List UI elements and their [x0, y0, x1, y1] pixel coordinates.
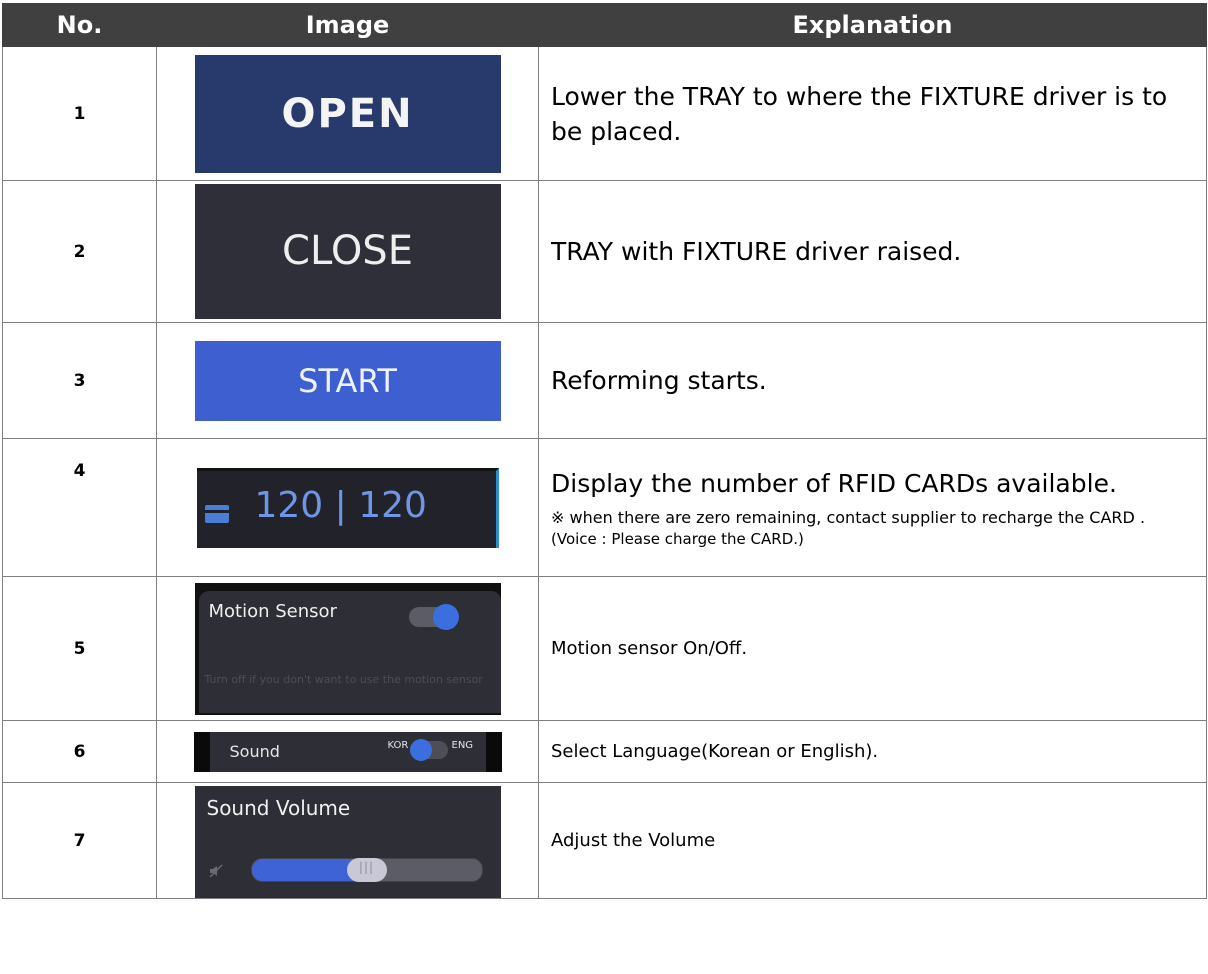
image-cell: 120 | 120	[156, 438, 539, 577]
table-row: 1 OPEN Lower the TRAY to where the FIXTU…	[2, 46, 1207, 181]
row-number: 5	[2, 576, 157, 721]
row-number: 6	[2, 720, 157, 783]
explanation-cell: Reforming starts.	[538, 322, 1207, 439]
motion-sensor-title: Motion Sensor	[208, 600, 337, 622]
table-row: 3 START Reforming starts.	[2, 322, 1207, 439]
eng-label: ENG	[451, 739, 474, 751]
explanation-cell: Lower the TRAY to where the FIXTURE driv…	[538, 46, 1207, 181]
image-cell: CLOSE	[156, 180, 539, 323]
toggle-knob	[432, 603, 459, 630]
header-explanation: Explanation	[538, 3, 1207, 47]
explanation-note: ※ when there are zero remaining, contact…	[551, 508, 1146, 527]
header-no: No.	[2, 3, 157, 47]
explanation-text: Motion sensor On/Off.	[551, 638, 748, 659]
sound-volume-title: Sound Volume	[206, 796, 351, 820]
explanation-cell: Select Language(Korean or English).	[538, 720, 1207, 783]
image-cell: Sound KOR ENG	[156, 720, 539, 783]
language-toggle	[409, 738, 448, 761]
instruction-table: No. Image Explanation 1 OPEN Lower the T…	[2, 3, 1207, 899]
explanation-text: Select Language(Korean or English).	[551, 741, 879, 762]
row-number: 4	[2, 438, 157, 577]
voice-note: (Voice : Please charge the CARD.)	[551, 530, 804, 548]
card-icon	[204, 504, 229, 523]
explanation-text: TRAY with FIXTURE driver raised.	[551, 237, 962, 266]
row-number: 3	[2, 322, 157, 439]
table-row: 7 Sound Volume Adjust the Volume	[2, 782, 1207, 899]
image-cell: Motion Sensor Turn off if you don't want…	[156, 576, 539, 721]
rfid-counter-image: 120 | 120	[196, 467, 499, 548]
explanation-text: Reforming starts.	[551, 366, 767, 395]
explanation-cell: Adjust the Volume	[538, 782, 1207, 899]
motion-sensor-hint: Turn off if you don't want to use the mo…	[204, 672, 483, 686]
table-row: 2 CLOSE TRAY with FIXTURE driver raised.	[2, 180, 1207, 323]
motion-sensor-toggle	[408, 603, 459, 630]
image-cell: Sound Volume	[156, 782, 539, 899]
explanation-text: Display the number of RFID CARDs availab…	[551, 469, 1117, 498]
row-number: 2	[2, 180, 157, 323]
sound-volume-image: Sound Volume	[194, 786, 501, 898]
start-button-image: START	[194, 340, 501, 421]
sound-label: Sound	[229, 741, 280, 761]
volume-handle	[346, 858, 387, 882]
kor-label: KOR	[387, 739, 409, 751]
image-cell: START	[156, 322, 539, 439]
table-row: 5 Motion Sensor Turn off if you don't wa…	[2, 576, 1207, 721]
header-row: No. Image Explanation	[2, 3, 1207, 47]
close-button-image: CLOSE	[194, 184, 501, 319]
toggle-knob	[409, 738, 432, 761]
sound-language-image: Sound KOR ENG	[193, 731, 502, 772]
explanation-text: Adjust the Volume	[551, 830, 716, 851]
rfid-count: 120 | 120	[254, 484, 427, 526]
volume-slider	[250, 858, 483, 882]
open-button-image: OPEN	[194, 54, 501, 173]
explanation-cell: Display the number of RFID CARDs availab…	[538, 438, 1207, 577]
table-row: 4 120 | 120 Display the number of RFID C…	[2, 438, 1207, 577]
row-number: 7	[2, 782, 157, 899]
explanation-cell: TRAY with FIXTURE driver raised.	[538, 180, 1207, 323]
table-row: 6 Sound KOR ENG Select Language(Korean o…	[2, 720, 1207, 783]
row-number: 1	[2, 46, 157, 181]
header-image: Image	[156, 3, 539, 47]
image-cell: OPEN	[156, 46, 539, 181]
mute-icon	[208, 864, 223, 878]
explanation-text: Lower the TRAY to where the FIXTURE driv…	[551, 81, 1168, 146]
explanation-cell: Motion sensor On/Off.	[538, 576, 1207, 721]
motion-sensor-image: Motion Sensor Turn off if you don't want…	[194, 582, 501, 715]
